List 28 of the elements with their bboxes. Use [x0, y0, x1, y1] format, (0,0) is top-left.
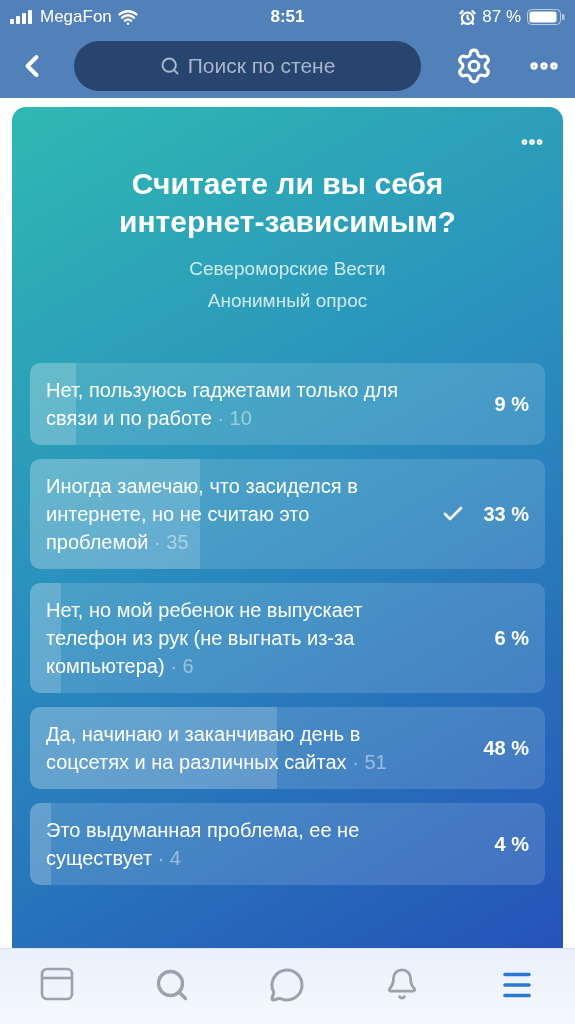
vote-percent: 6 %	[494, 626, 529, 650]
poll-option[interactable]: Иногда замечаю, что засиделся в интернете, но не считаю это проблемой · 35 33 %	[30, 459, 545, 569]
battery-percent: 87 %	[482, 7, 521, 27]
carrier-name: MegaFon	[40, 7, 112, 27]
option-text: Иногда замечаю, что засиделся в интернете, но не считаю это проблемой · 35	[46, 474, 359, 555]
poll-author: Североморские Вести	[188, 257, 387, 281]
battery-icon	[527, 9, 565, 25]
signal-icon	[10, 10, 34, 24]
option-text: Это выдуманная проблема, ее не существует · 4	[46, 818, 361, 871]
option-text: Нет, но мой ребенок не выпускает телефон из рук (не выгнать из-за компьютера) · 6	[46, 598, 364, 679]
poll-option[interactable]: Нет, но мой ребенок не выпускает телефон из рук (не выгнать из-за компьютера) · 6 6 %	[30, 583, 545, 693]
search-field[interactable]: Поиск по стене	[74, 41, 421, 91]
wifi-icon	[117, 7, 138, 27]
poll-option[interactable]: Да, начинаю и заканчиваю день в соцсетях и на различных сайтах · 51 48 %	[30, 707, 545, 789]
settings-icon[interactable]	[455, 47, 493, 85]
poll-title: Считаете ли вы себя интернет-зависимым?	[118, 166, 457, 240]
vote-percent: 4 %	[494, 832, 529, 856]
vote-percent: 48 %	[483, 736, 529, 760]
poll-type: Анонимный опрос	[206, 289, 369, 313]
poll-option[interactable]: Нет, пользуюсь гаджетами только для связи и по работе · 10 9 %	[30, 363, 545, 445]
option-text: Да, начинаю и заканчиваю день в соцсетях и на различных сайтах · 51	[46, 722, 388, 775]
clock-time: 8:51	[270, 7, 305, 27]
vote-percent: 33 %	[483, 502, 529, 526]
search-icon	[159, 56, 180, 76]
option-text: Нет, пользуюсь гаджетами только для связи и по работе · 10	[46, 378, 400, 431]
vote-percent: 9 %	[494, 392, 529, 416]
alarm-icon	[459, 8, 477, 26]
poll-option[interactable]: Это выдуманная проблема, ее не существует · 4 4 %	[30, 803, 545, 885]
